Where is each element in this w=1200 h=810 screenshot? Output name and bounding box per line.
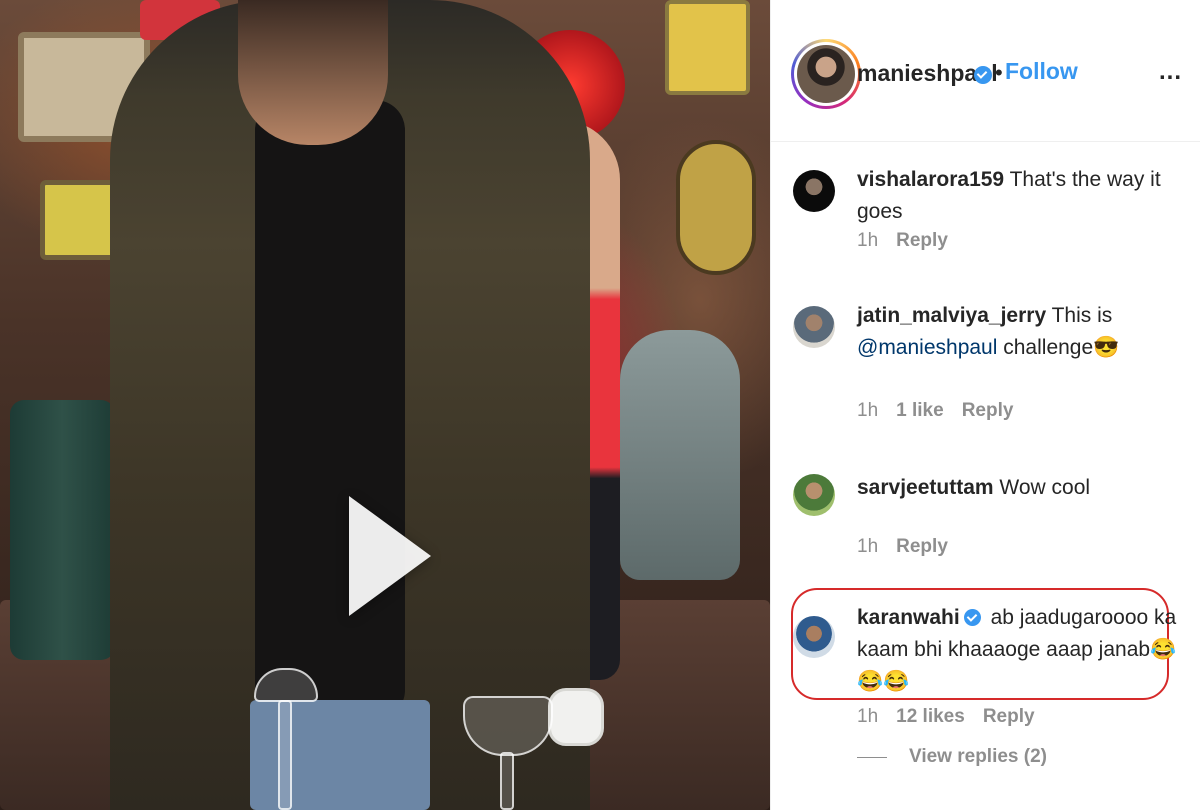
comment-meta: 1h 12 likes Reply — [857, 706, 1053, 728]
background-scooter — [620, 330, 740, 580]
comment-time: 1h — [857, 536, 879, 557]
wrist-watch — [548, 688, 604, 746]
comment-username[interactable]: jatin_malviya_jerry — [857, 304, 1046, 327]
background-yellow-disc — [676, 140, 756, 275]
view-replies-label: View replies (2) — [909, 746, 1047, 767]
follow-button[interactable]: Follow — [1005, 58, 1078, 85]
play-icon[interactable] — [349, 496, 431, 616]
background-yellow-sign — [665, 0, 750, 95]
comment-avatar[interactable] — [793, 170, 835, 212]
comment-username[interactable]: sarvjeetuttam — [857, 476, 994, 499]
comment-meta: 1h Reply — [857, 230, 966, 252]
comment-username[interactable]: karanwahi — [857, 606, 960, 629]
comment-body: karanwahi ab jaadugaroooo ka kaam bhi kh… — [857, 602, 1187, 698]
reply-button[interactable]: Reply — [896, 536, 948, 557]
comment-text: Wow cool — [999, 476, 1091, 499]
comment-likes[interactable]: 12 likes — [896, 706, 965, 727]
comment-time: 1h — [857, 400, 879, 421]
man-shirt — [255, 100, 405, 720]
post-header: manieshpaul • Follow ... — [771, 0, 1200, 142]
man-head — [238, 0, 388, 145]
view-replies-button[interactable]: View replies (2) — [857, 746, 1047, 768]
man-jeans — [250, 700, 430, 810]
background-poison-barrel — [10, 400, 115, 660]
comment-username[interactable]: vishalarora159 — [857, 168, 1004, 191]
glass-left-stem — [278, 700, 292, 810]
verified-icon — [974, 66, 992, 84]
comment-body: jatin_malviya_jerry This is @manieshpaul… — [857, 300, 1187, 364]
profile-avatar[interactable] — [791, 39, 861, 109]
comment-avatar[interactable] — [793, 306, 835, 348]
comment-body: sarvjeetuttam Wow cool — [857, 472, 1187, 504]
reply-button[interactable]: Reply — [962, 400, 1014, 421]
glass-right-stem — [500, 752, 514, 810]
comment-meta: 1h 1 like Reply — [857, 400, 1031, 422]
comment-text: This is — [1051, 304, 1113, 327]
post-video[interactable] — [0, 0, 770, 810]
verified-icon — [963, 609, 981, 626]
comment-body: vishalarora159 That's the way it goes — [857, 164, 1187, 228]
separator-dot: • — [995, 60, 1003, 85]
post-sidebar: manieshpaul • Follow ... vishalarora159 … — [770, 0, 1200, 810]
reply-button[interactable]: Reply — [896, 230, 948, 251]
more-options-icon[interactable]: ... — [1159, 58, 1182, 86]
comment-mention-link[interactable]: @manieshpaul — [857, 336, 997, 359]
comment-meta: 1h Reply — [857, 536, 966, 558]
sunglasses-emoji-icon: 😎 — [1093, 336, 1120, 359]
comment-likes[interactable]: 1 like — [896, 400, 944, 421]
view-replies-divider — [857, 756, 887, 758]
comment-avatar[interactable] — [793, 616, 835, 658]
reply-button[interactable]: Reply — [983, 706, 1035, 727]
comment-text-continued: challenge — [1003, 336, 1094, 359]
comment-time: 1h — [857, 706, 879, 727]
comment-avatar[interactable] — [793, 474, 835, 516]
comment-time: 1h — [857, 230, 879, 251]
